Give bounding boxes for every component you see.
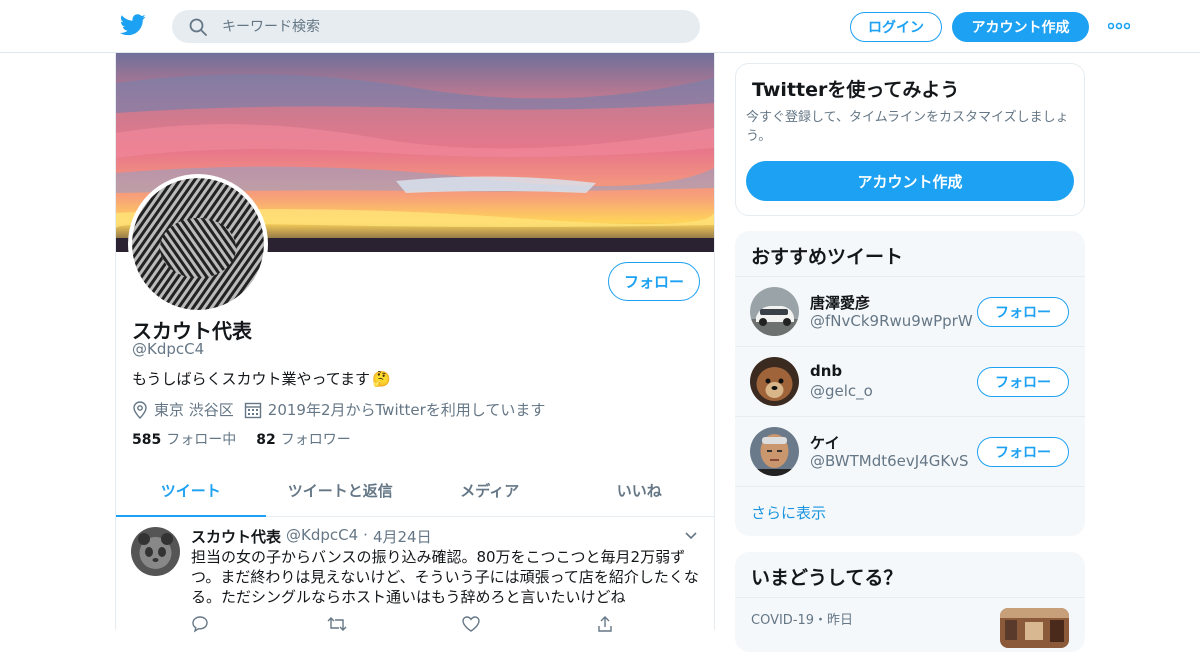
show-more[interactable]: さらに表示 bbox=[735, 486, 1085, 536]
follow-button[interactable]: フォロー bbox=[608, 262, 700, 301]
signup-button[interactable]: アカウント作成 bbox=[952, 12, 1089, 42]
dog-avatar-image bbox=[750, 357, 799, 406]
followers-label: フォロワー bbox=[280, 432, 351, 448]
recommended-user-avatar[interactable] bbox=[750, 287, 799, 336]
search-input[interactable] bbox=[222, 10, 682, 43]
location: 東京 渋谷区 bbox=[132, 399, 234, 420]
recommended-user[interactable]: ケイ @BWTMdt6evJ4GKvS フォロー bbox=[735, 416, 1085, 486]
followers-count: 82 bbox=[256, 432, 276, 448]
share-icon[interactable] bbox=[596, 615, 614, 637]
recommended-user-name[interactable]: dnb bbox=[810, 362, 842, 380]
tab-tweets-and-replies[interactable]: ツイートと返信 bbox=[266, 465, 416, 516]
recommended-follow-button[interactable]: フォロー bbox=[977, 297, 1069, 327]
tweet-header: スカウト代表 @KdpcC4 · 4月24日 bbox=[191, 526, 432, 547]
login-button[interactable]: ログイン bbox=[850, 12, 942, 42]
join-date-text: 2019年2月からTwitterを利用しています bbox=[267, 401, 546, 419]
signup-card-button[interactable]: アカウント作成 bbox=[746, 161, 1074, 201]
show-more-link[interactable]: さらに表示 bbox=[751, 502, 826, 523]
recommended-user-name[interactable]: ケイ bbox=[810, 432, 840, 453]
profile-column: フォロー スカウト代表 @KdpcC4 もうしばらくスカウト業やってます 🤔 東… bbox=[115, 53, 715, 633]
chevron-down-icon[interactable] bbox=[684, 531, 698, 541]
signup-card-title: Twitterを使ってみよう bbox=[752, 79, 960, 101]
thinking-face-emoji: 🤔 bbox=[372, 369, 391, 388]
recommended-follow-button[interactable]: フォロー bbox=[977, 437, 1069, 467]
profile-stats: 585 フォロー中 82 フォロワー bbox=[132, 429, 351, 449]
followers-stat[interactable]: 82 フォロワー bbox=[256, 429, 350, 449]
tweet-text: 担当の女の子からバンスの振り込み確認。80万をこつこつと毎月2万弱ずつ。まだ終わ… bbox=[191, 548, 699, 606]
trend-item[interactable]: COVID-19・昨日 bbox=[735, 597, 1085, 657]
bio-text: もうしばらくスカウト業やってます bbox=[132, 370, 371, 388]
tweet-date[interactable]: 4月24日 bbox=[373, 526, 432, 547]
twitter-bird-icon[interactable] bbox=[120, 13, 146, 37]
location-text: 東京 渋谷区 bbox=[154, 401, 234, 419]
trends-card: いまどうしてる？ COVID-19・昨日 bbox=[735, 552, 1085, 652]
more-options-icon[interactable] bbox=[1108, 22, 1130, 30]
tab-media[interactable]: メディア bbox=[415, 465, 565, 516]
calendar-icon bbox=[244, 402, 261, 418]
panda-avatar-image bbox=[131, 527, 180, 576]
tweet-separator: · bbox=[363, 526, 368, 544]
tweet-author-handle[interactable]: @KdpcC4 bbox=[286, 526, 358, 547]
retweet-icon[interactable] bbox=[326, 615, 348, 637]
recommended-user-name[interactable]: 唐澤愛彦 bbox=[810, 292, 870, 313]
recommended-title: おすすめツイート bbox=[751, 246, 904, 268]
recommended-user-avatar[interactable] bbox=[750, 427, 799, 476]
search-icon bbox=[189, 18, 207, 36]
like-icon[interactable] bbox=[461, 615, 481, 637]
tweet-author-name[interactable]: スカウト代表 bbox=[191, 526, 281, 547]
signup-card: Twitterを使ってみよう 今すぐ登録して、タイムラインをカスタマイズしましょ… bbox=[735, 63, 1085, 216]
reply-icon[interactable] bbox=[191, 615, 209, 637]
trends-title: いまどうしてる？ bbox=[751, 567, 903, 589]
tab-tweets[interactable]: ツイート bbox=[116, 465, 266, 517]
recommended-user-avatar[interactable] bbox=[750, 357, 799, 406]
signup-card-description: 今すぐ登録して、タイムラインをカスタマイズしましょう。 bbox=[746, 110, 1069, 144]
profile-avatar[interactable] bbox=[128, 174, 268, 314]
join-date: 2019年2月からTwitterを利用しています bbox=[244, 399, 546, 420]
optical-illusion-avatar-image bbox=[132, 178, 264, 310]
trend-image bbox=[1000, 608, 1069, 648]
recommended-user[interactable]: 唐澤愛彦 @fNvCk9Rwu9wPprW フォロー bbox=[735, 276, 1085, 346]
location-pin-icon bbox=[133, 400, 147, 419]
recommended-user-handle[interactable]: @gelc_o bbox=[810, 382, 873, 400]
trend-thumbnail[interactable] bbox=[1000, 608, 1069, 648]
recommended-user-handle[interactable]: @BWTMdt6evJ4GKvS bbox=[810, 452, 969, 470]
following-stat[interactable]: 585 フォロー中 bbox=[132, 429, 236, 449]
tweet-actions bbox=[191, 615, 701, 635]
search-box[interactable] bbox=[172, 10, 700, 43]
following-count: 585 bbox=[132, 432, 162, 448]
profile-handle[interactable]: @KdpcC4 bbox=[132, 340, 204, 358]
top-bar: ログイン アカウント作成 bbox=[0, 0, 1200, 53]
recommended-follow-button[interactable]: フォロー bbox=[977, 367, 1069, 397]
profile-bio: もうしばらくスカウト業やってます 🤔 bbox=[132, 368, 391, 389]
tweet-item[interactable]: スカウト代表 @KdpcC4 · 4月24日 担当の女の子からバンスの振り込み確… bbox=[116, 517, 714, 633]
following-label: フォロー中 bbox=[166, 432, 237, 448]
tab-likes[interactable]: いいね bbox=[565, 465, 715, 516]
recommended-accounts-card: おすすめツイート 唐澤愛彦 @fNvCk9Rwu9wPprW フォロー dnb … bbox=[735, 231, 1085, 536]
tweet-avatar[interactable] bbox=[131, 527, 180, 576]
profile-tabs: ツイート ツイートと返信 メディア いいね bbox=[116, 465, 714, 517]
recommended-user-handle[interactable]: @fNvCk9Rwu9wPprW bbox=[810, 312, 973, 330]
car-avatar-image bbox=[750, 287, 799, 336]
trend-category: COVID-19・昨日 bbox=[751, 613, 854, 628]
recommended-user[interactable]: dnb @gelc_o フォロー bbox=[735, 346, 1085, 416]
profile-meta: 東京 渋谷区 2019年2月からTwitterを利用しています bbox=[132, 399, 555, 420]
man-avatar-image bbox=[750, 427, 799, 476]
